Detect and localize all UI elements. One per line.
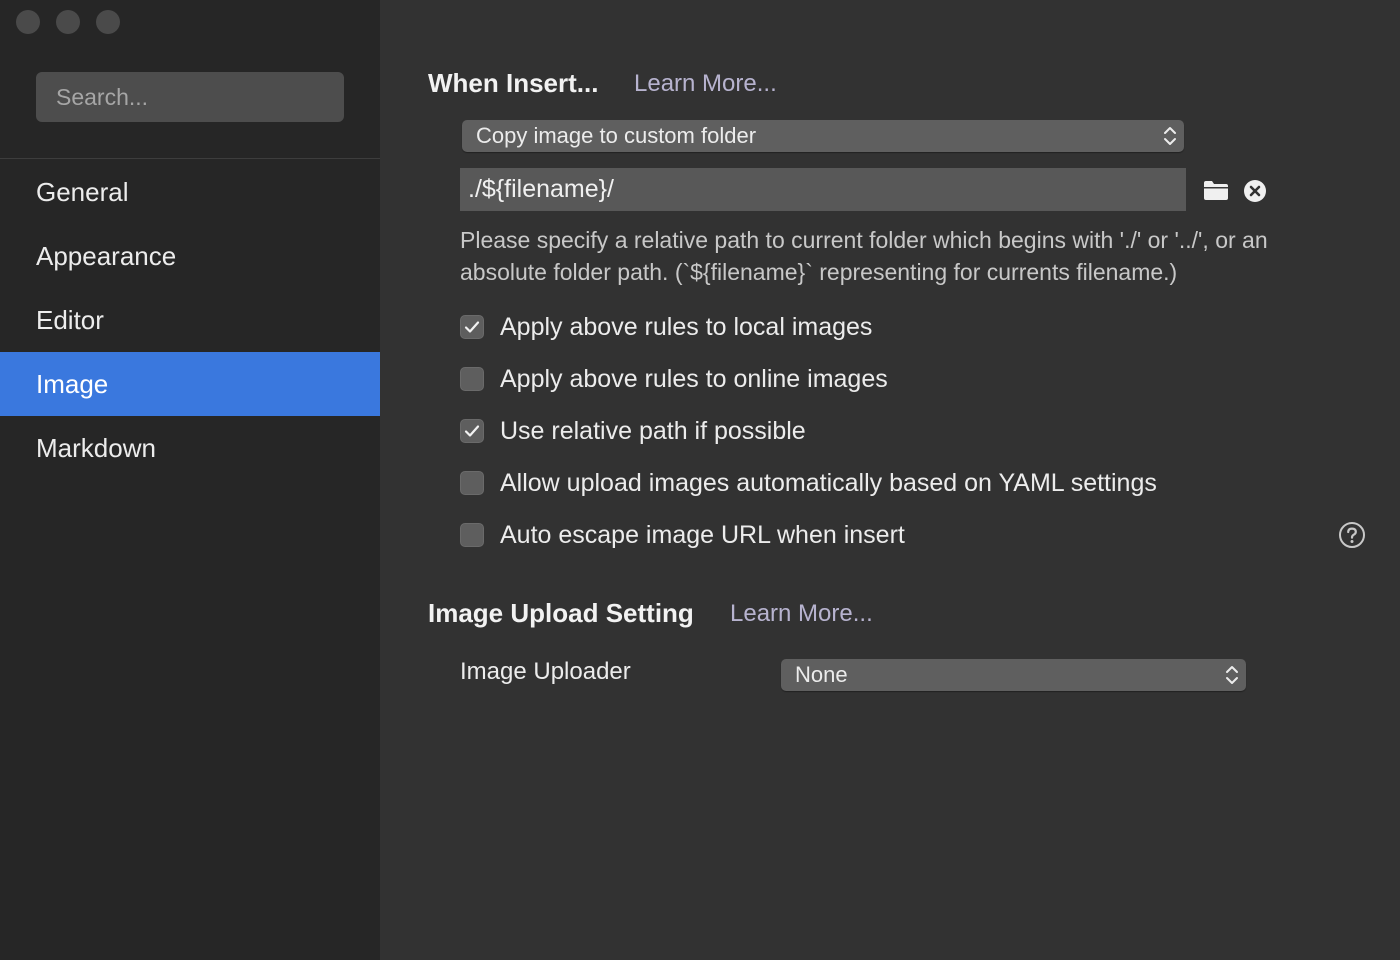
path-help-text: Please specify a relative path to curren… [460,227,1268,285]
image-uploader-select[interactable]: None [781,659,1246,691]
checkbox-local-images[interactable] [460,315,484,339]
preferences-window: General Appearance Editor Image Markdown… [0,0,1400,960]
checkmark-icon [464,425,480,437]
chevron-up-down-icon [1226,666,1238,684]
when-insert-learn-more-link[interactable]: Learn More... [634,70,777,98]
search-input[interactable] [36,72,344,122]
insert-action-select[interactable]: Copy image to custom folder [462,120,1184,152]
upload-learn-more-link[interactable]: Learn More... [730,600,873,628]
image-uploader-label: Image Uploader [460,658,631,685]
checkbox-online-images[interactable] [460,367,484,391]
option-label: Allow upload images automatically based … [500,468,1157,497]
image-uploader-value: None [795,662,848,687]
option-label: Apply above rules to local images [500,312,873,341]
option-label: Apply above rules to online images [500,364,888,393]
close-window-button[interactable] [16,10,40,34]
option-local-images[interactable]: Apply above rules to local images [460,312,872,342]
zoom-window-button[interactable] [96,10,120,34]
option-online-images[interactable]: Apply above rules to online images [460,364,888,394]
sidebar-item-appearance[interactable]: Appearance [0,224,380,288]
chevron-up-down-icon [1164,127,1176,145]
window-controls [16,10,120,34]
insert-action-value: Copy image to custom folder [476,123,757,148]
sidebar-nav: General Appearance Editor Image Markdown [0,160,380,480]
checkbox-auto-escape-url[interactable] [460,523,484,547]
option-auto-escape-url[interactable]: Auto escape image URL when insert [460,520,905,550]
image-settings-panel: When Insert... Learn More... Copy image … [380,0,1400,960]
custom-folder-path-input[interactable] [460,168,1186,211]
option-auto-upload-yaml[interactable]: Allow upload images automatically based … [460,468,1157,498]
clear-icon[interactable] [1243,179,1267,203]
checkbox-relative-path[interactable] [460,419,484,443]
option-label: Auto escape image URL when insert [500,520,905,549]
sidebar-item-editor[interactable]: Editor [0,288,380,352]
image-upload-setting-title: Image Upload Setting [428,598,694,628]
question-mark-icon[interactable] [1338,521,1366,549]
sidebar-item-image[interactable]: Image [0,352,380,416]
sidebar: General Appearance Editor Image Markdown [0,0,380,960]
option-relative-path[interactable]: Use relative path if possible [460,416,806,446]
option-label: Use relative path if possible [500,416,806,445]
sidebar-item-markdown[interactable]: Markdown [0,416,380,480]
checkbox-auto-upload-yaml[interactable] [460,471,484,495]
minimize-window-button[interactable] [56,10,80,34]
sidebar-divider [0,158,380,159]
folder-icon[interactable] [1202,178,1230,202]
sidebar-item-general[interactable]: General [0,160,380,224]
checkmark-icon [464,321,480,333]
when-insert-title: When Insert... [428,68,599,98]
